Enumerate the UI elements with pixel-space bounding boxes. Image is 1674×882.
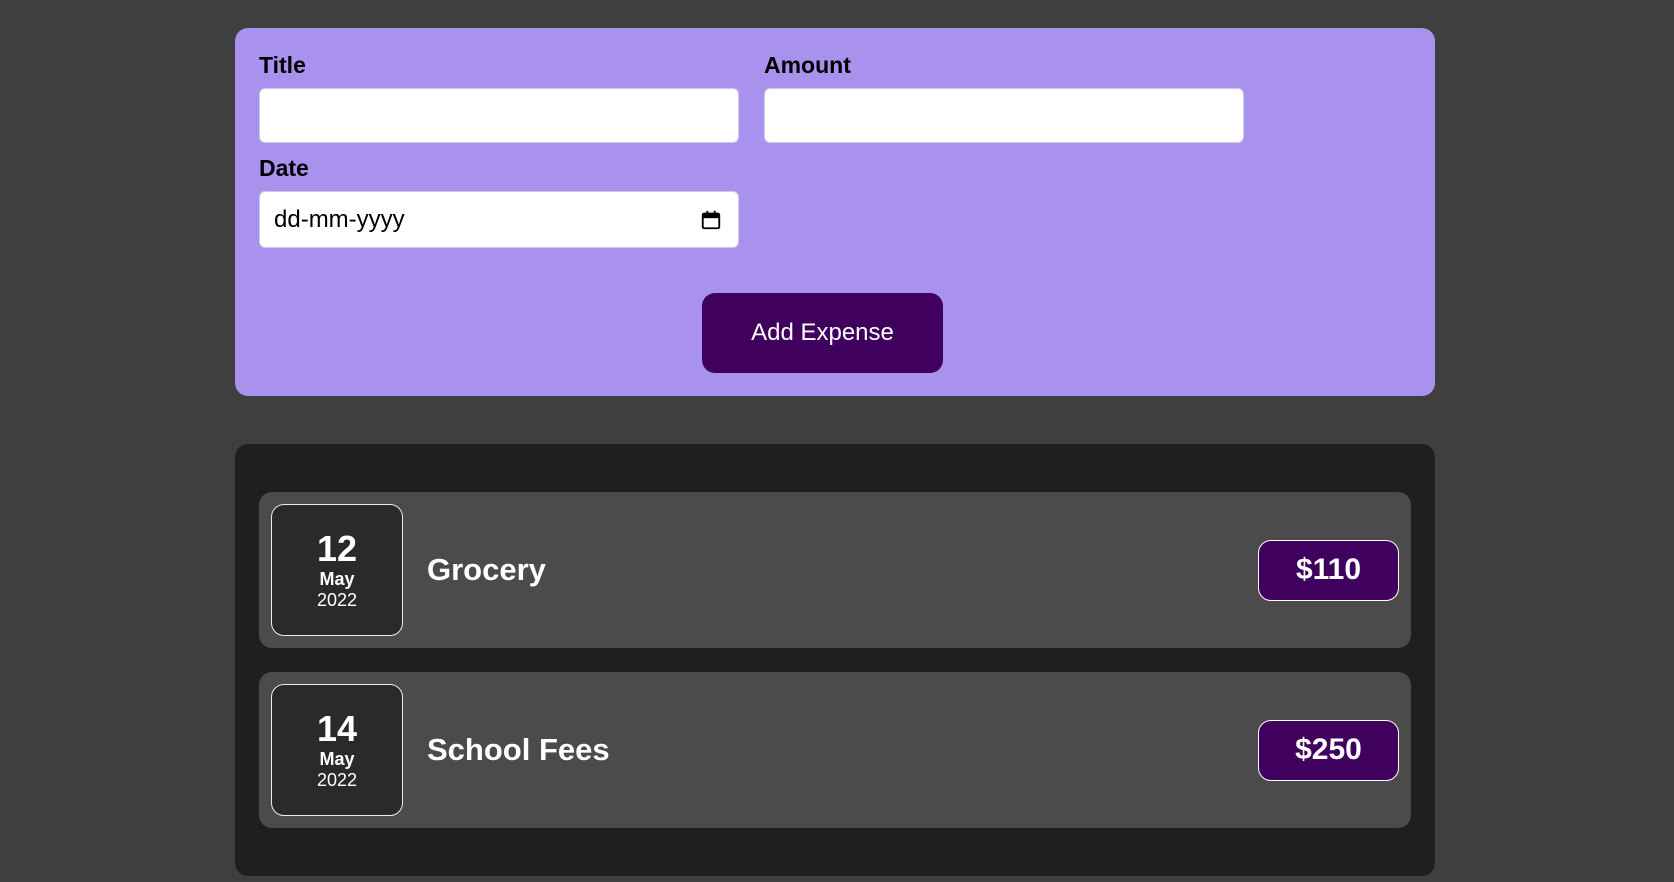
date-placeholder: dd-mm-yyyy: [274, 205, 405, 233]
expense-amount-badge: $110: [1258, 539, 1399, 601]
date-input[interactable]: dd-mm-yyyy: [259, 191, 739, 248]
expense-date-year: 2022: [316, 590, 358, 610]
expenses-list: 12 May 2022 Grocery $110 14 May 2022 Sch…: [235, 444, 1435, 876]
amount-field-group: Amount: [764, 52, 1244, 143]
title-label: Title: [259, 52, 306, 78]
title-input[interactable]: [259, 88, 739, 143]
amount-label: Amount: [764, 52, 851, 78]
expense-title: School Fees: [427, 732, 610, 767]
calendar-icon[interactable]: [700, 209, 722, 231]
expense-date: 12 May 2022: [271, 504, 403, 636]
expense-item[interactable]: 12 May 2022 Grocery $110: [259, 492, 1411, 648]
expense-item[interactable]: 14 May 2022 School Fees $250: [259, 672, 1411, 828]
expense-date: 14 May 2022: [271, 684, 403, 816]
date-label: Date: [259, 155, 309, 181]
expense-title: Grocery: [427, 552, 546, 587]
amount-input[interactable]: [764, 88, 1244, 143]
expense-date-month: May: [319, 749, 355, 769]
date-field-group: Date dd-mm-yyyy: [259, 155, 739, 248]
form-fields: Title Amount Date dd-mm-yyyy: [259, 52, 1259, 260]
new-expense-form: Title Amount Date dd-mm-yyyy Add Expense: [235, 28, 1435, 396]
expense-amount-badge: $250: [1258, 719, 1399, 781]
expense-date-day: 14: [316, 708, 358, 749]
expense-date-year: 2022: [316, 770, 358, 790]
expense-date-day: 12: [316, 528, 358, 569]
expense-date-month: May: [319, 569, 355, 589]
add-expense-button[interactable]: Add Expense: [702, 293, 943, 373]
title-field-group: Title: [259, 52, 739, 143]
